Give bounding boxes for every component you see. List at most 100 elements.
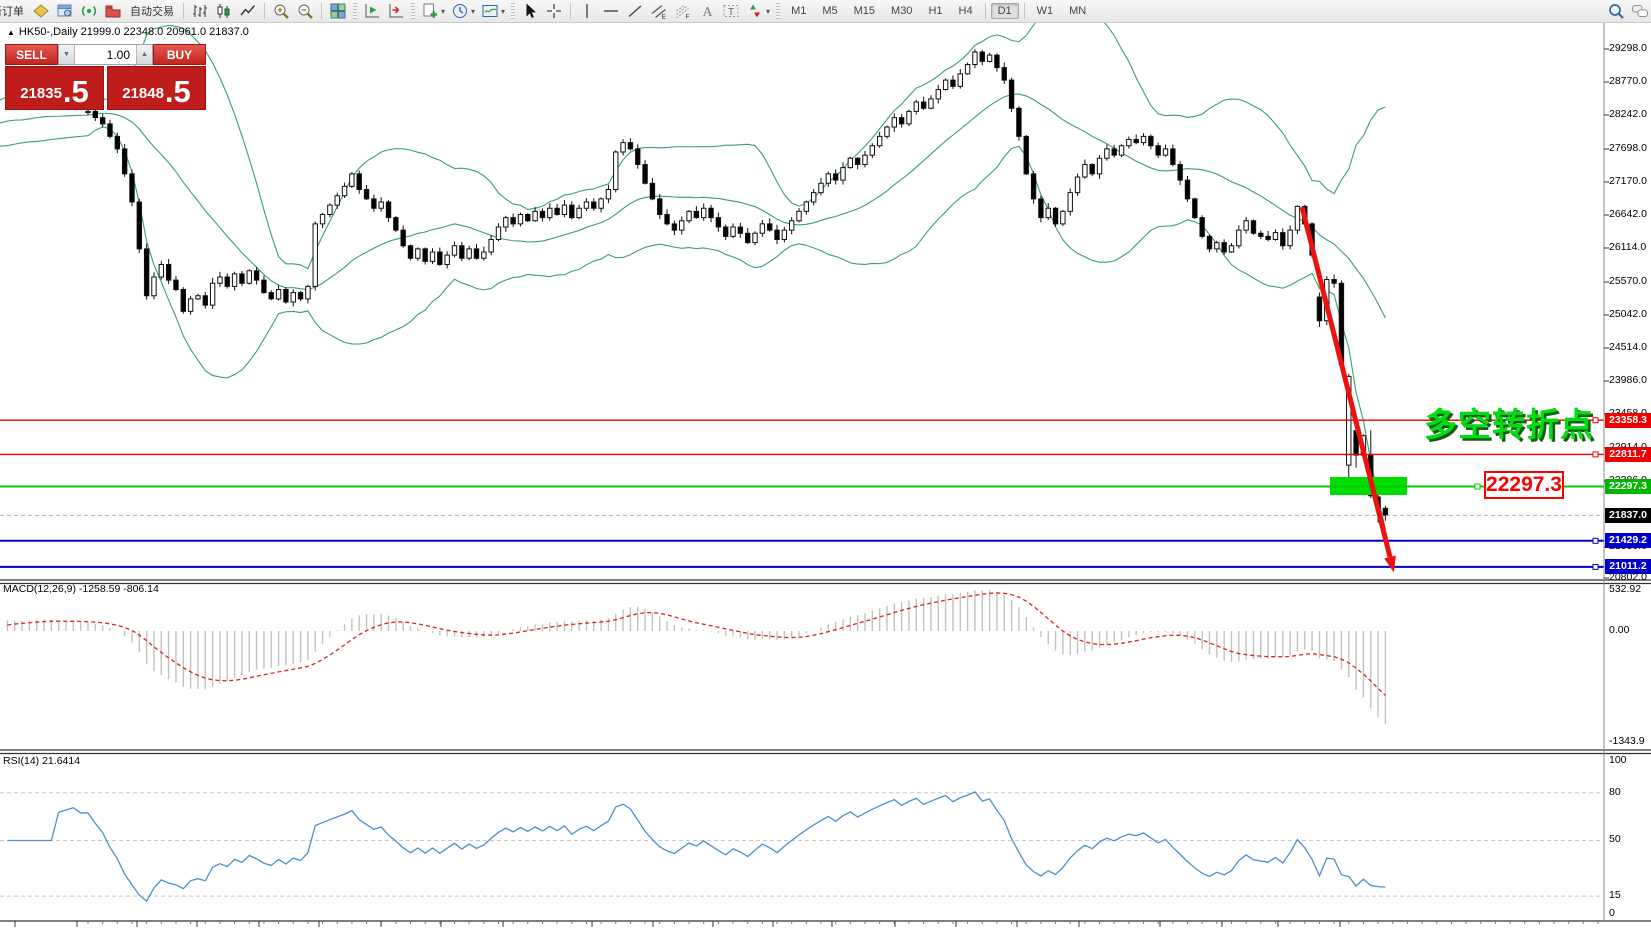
- rsi-indicator-label: RSI(14) 21.6414: [3, 755, 80, 767]
- timeframe-m1-button[interactable]: M1: [784, 3, 813, 19]
- toolbar-separator: [321, 3, 322, 19]
- new-order-button[interactable]: 新订单: [0, 2, 28, 20]
- hline-icon[interactable]: [600, 0, 622, 22]
- autotrade-icon[interactable]: [102, 0, 124, 22]
- dropdown-caret-icon[interactable]: ▾: [441, 7, 445, 16]
- templates-icon[interactable]: [479, 0, 501, 22]
- toolbar-grip: [776, 3, 780, 19]
- timeframe-w1-button[interactable]: W1: [1030, 3, 1061, 19]
- price-tick-24514.0: 24514.0: [1609, 341, 1651, 353]
- channel-icon[interactable]: E: [648, 0, 670, 22]
- chart-window[interactable]: ▲ HK50-,Daily 21999.0 22348.0 20961.0 218…: [0, 22, 1651, 945]
- one-click-trading-panel: SELL ▼ 1.00 ▲ BUY 21835.5 21848.5: [5, 44, 206, 110]
- auto-scroll-icon[interactable]: [361, 0, 383, 22]
- timeframe-m5-button[interactable]: M5: [815, 3, 844, 19]
- mt4-terminal: 新订单 自动交易 ▾ ▾ ▾ E F AT ▾ M1M5M15M30H1H4 D1 W1MN ▲ HK5…: [0, 0, 1651, 945]
- line-handle[interactable]: [1593, 452, 1598, 457]
- toolbar-separator: [183, 3, 184, 19]
- search-icon[interactable]: [1605, 0, 1627, 22]
- volume-increase-button[interactable]: ▲: [136, 45, 152, 64]
- toolbar-grip: [411, 3, 415, 19]
- volume-input[interactable]: 1.00: [75, 45, 136, 64]
- signals-icon[interactable]: [78, 0, 100, 22]
- macd-axis-0.00: 0.00: [1609, 624, 1651, 636]
- periods-clock-icon[interactable]: [449, 0, 471, 22]
- crosshair-icon[interactable]: [543, 0, 565, 22]
- fibonacci-icon[interactable]: F: [672, 0, 694, 22]
- turning-point-annotation[interactable]: 多空转折点: [1424, 398, 1594, 446]
- candlesticks: [86, 49, 1388, 523]
- trendline-icon[interactable]: [624, 0, 646, 22]
- order-ticket-icon[interactable]: [30, 0, 52, 22]
- line-handle[interactable]: [1475, 484, 1480, 489]
- timeframe-m15-button[interactable]: M15: [847, 3, 882, 19]
- toolbar-separator: [570, 3, 571, 19]
- svg-text:F: F: [686, 14, 690, 21]
- price-tag-22297.3: 22297.3: [1605, 479, 1651, 494]
- buy-price-main: 21848: [122, 81, 164, 107]
- sell-price-display[interactable]: 21835.5: [5, 66, 104, 110]
- bar-chart-icon[interactable]: [189, 0, 211, 22]
- timeframe-h1-button[interactable]: H1: [921, 3, 949, 19]
- rsi-axis-0: 0: [1609, 907, 1651, 919]
- timeframe-h4-button[interactable]: H4: [952, 3, 980, 19]
- horizontal-level-lines[interactable]: [0, 418, 1604, 570]
- chart-title-text: HK50-,Daily 21999.0 22348.0 20961.0 2183…: [19, 26, 249, 38]
- new-chart-icon[interactable]: [419, 0, 441, 22]
- market-watch-icon[interactable]: [54, 0, 76, 22]
- support-highlight-rect[interactable]: [1330, 477, 1407, 495]
- tile-windows-icon[interactable]: [327, 0, 349, 22]
- chart-shift-icon[interactable]: [385, 0, 407, 22]
- price-tag-21011.2: 21011.2: [1605, 559, 1651, 574]
- text-icon[interactable]: A: [696, 0, 718, 22]
- chat-icon[interactable]: [1629, 0, 1651, 22]
- toolbar-separator: [264, 3, 265, 19]
- buy-button[interactable]: BUY: [153, 44, 206, 65]
- pane-separators[interactable]: [0, 22, 1651, 921]
- axis-ticks: [15, 49, 1609, 927]
- autotrade-button[interactable]: 自动交易: [126, 2, 178, 20]
- price-callout-box[interactable]: 22297.3: [1484, 471, 1564, 499]
- price-tag-21837.0: 21837.0: [1605, 508, 1651, 523]
- svg-text:E: E: [662, 14, 667, 21]
- line-handle[interactable]: [1593, 538, 1598, 543]
- buy-price-frac: .5: [165, 76, 191, 107]
- zoom-out-icon[interactable]: [294, 0, 316, 22]
- timeframe-mn-button[interactable]: MN: [1062, 3, 1093, 19]
- dropdown-caret-icon[interactable]: ▾: [766, 7, 770, 16]
- main-toolbar: 新订单 自动交易 ▾ ▾ ▾ E F AT ▾ M1M5M15M30H1H4 D1 W1MN: [0, 0, 1651, 23]
- text-label-icon[interactable]: T: [720, 0, 742, 22]
- candlestick-icon[interactable]: [213, 0, 235, 22]
- macd-indicator-label: MACD(12,26,9) -1258.59 -806.14: [3, 583, 159, 595]
- zoom-in-icon[interactable]: [270, 0, 292, 22]
- toolbar-grip: [511, 3, 515, 19]
- trend-arrow[interactable]: [1302, 207, 1396, 573]
- timeframe-m30-button[interactable]: M30: [884, 3, 919, 19]
- sell-price-main: 21835: [20, 81, 62, 107]
- macd-axis--1343.9: -1343.9: [1609, 735, 1651, 747]
- buy-price-display[interactable]: 21848.5: [107, 66, 206, 110]
- rsi-axis-50: 50: [1609, 833, 1651, 845]
- volume-control: ▼ 1.00 ▲: [58, 44, 153, 65]
- vline-icon[interactable]: [576, 0, 598, 22]
- line-chart-icon[interactable]: [237, 0, 259, 22]
- price-tick-26114.0: 26114.0: [1609, 241, 1651, 253]
- rsi-axis-100: 100: [1609, 754, 1651, 766]
- price-tick-27170.0: 27170.0: [1609, 175, 1651, 187]
- price-chart-canvas[interactable]: [0, 22, 1651, 945]
- price-tick-25042.0: 25042.0: [1609, 308, 1651, 320]
- svg-text:A: A: [703, 5, 714, 20]
- line-handle[interactable]: [1593, 564, 1598, 569]
- toolbar-grip: [353, 3, 357, 19]
- sell-button[interactable]: SELL: [5, 44, 58, 65]
- timeframe-d1-button[interactable]: D1: [991, 3, 1019, 19]
- macd-signal-line: [7, 593, 1385, 695]
- cursor-icon[interactable]: [519, 0, 541, 22]
- volume-decrease-button[interactable]: ▼: [59, 45, 75, 64]
- arrows-icon[interactable]: [744, 0, 766, 22]
- bollinger-bands: [0, 22, 1385, 529]
- price-tag-22811.7: 22811.7: [1605, 447, 1651, 462]
- dropdown-caret-icon[interactable]: ▾: [501, 7, 505, 16]
- dropdown-caret-icon[interactable]: ▾: [471, 7, 475, 16]
- price-tick-23986.0: 23986.0: [1609, 374, 1651, 386]
